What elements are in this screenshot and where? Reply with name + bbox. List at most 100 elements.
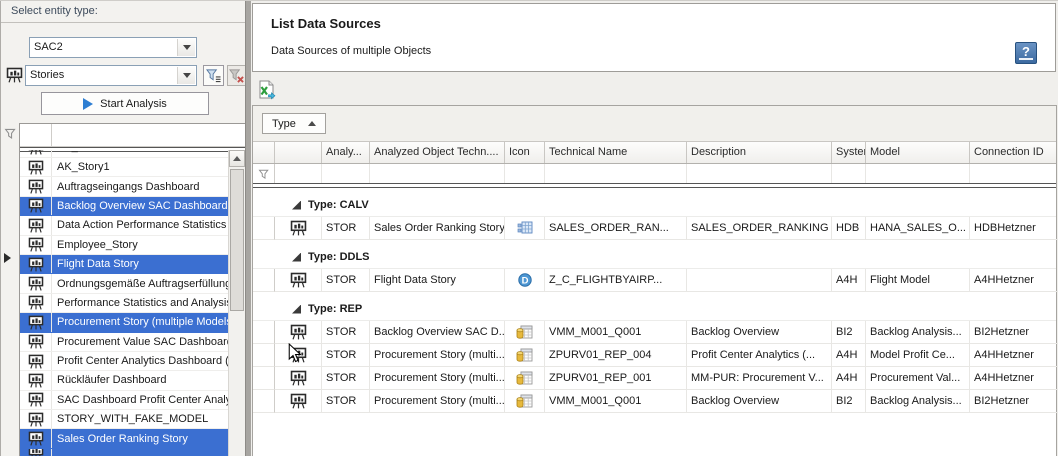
list-item[interactable]: Rückläufer Dashboard <box>20 371 228 390</box>
list-item[interactable]: Ordnungsgemäße Auftragserfüllung <box>20 274 228 293</box>
table-row[interactable]: STOR Procurement Story (multi... ZPURV01… <box>253 344 1056 367</box>
table-row[interactable]: STOR Sales Order Ranking Story SALES_ORD… <box>253 217 1056 240</box>
page-title: List Data Sources <box>271 16 381 31</box>
list-scrollbar[interactable] <box>228 150 245 456</box>
column-header-object-icon[interactable] <box>275 142 322 163</box>
help-button[interactable]: ? <box>1015 42 1037 64</box>
collapse-group-icon[interactable] <box>292 253 301 262</box>
list-item[interactable]: STORY_WITH_FAKE_MODEL <box>20 410 228 429</box>
filter-cell[interactable] <box>970 164 1058 183</box>
column-header-analyzed[interactable]: Analy... <box>322 142 370 163</box>
filter-cell[interactable] <box>832 164 866 183</box>
story-icon <box>20 294 52 312</box>
list-item[interactable]: SAC Dashboard Profit Center Analytic <box>20 391 228 410</box>
column-header-icon[interactable]: Icon <box>505 142 545 163</box>
connection-id-cell: A4HHetzner <box>970 269 1058 292</box>
scrollbar-thumb[interactable] <box>230 169 244 311</box>
list-item[interactable]: AK_STORY5 <box>20 150 228 158</box>
column-header-description[interactable]: Description <box>687 142 832 163</box>
list-item[interactable]: Procurement Value SAC Dashboard <box>20 333 228 352</box>
start-analysis-label: Start Analysis <box>100 98 167 110</box>
list-item[interactable]: Profit Center Analytics Dashboard (Pr <box>20 352 228 371</box>
list-data-sources-panel: List Data Sources Data Sources of multip… <box>251 1 1058 456</box>
analyzed-cell: STOR <box>322 269 370 292</box>
table-row[interactable]: STOR Backlog Overview SAC D... VMM_M001_… <box>253 321 1056 344</box>
filter-cell[interactable] <box>505 164 545 183</box>
chevron-down-icon <box>183 45 191 50</box>
column-header-analyzed-object-technical[interactable]: Analyzed Object Techn.... <box>370 142 505 163</box>
table-row[interactable]: STOR Procurement Story (multi... ZPURV01… <box>253 367 1056 390</box>
column-header-model[interactable]: Model <box>866 142 970 163</box>
scrollbar-up-button[interactable] <box>229 150 245 167</box>
list-item[interactable]: Sales Order Ranking Story <box>20 429 228 448</box>
filter-cell[interactable] <box>370 164 505 183</box>
report-header: List Data Sources Data Sources of multip… <box>252 3 1056 72</box>
filter-cell[interactable] <box>545 164 687 183</box>
dropdown-arrow-button[interactable] <box>177 67 195 84</box>
list-item[interactable]: Auftragseingangs Dashboard <box>20 177 228 196</box>
description-cell: Backlog Overview <box>687 390 832 413</box>
description-cell: Backlog Overview <box>687 321 832 344</box>
technical-name-cell: VMM_M001_Q001 <box>545 321 687 344</box>
group-row-ddls[interactable]: Type: DDLS <box>253 246 1056 269</box>
filter-cell-icon[interactable] <box>20 124 52 146</box>
group-label: Type: REP <box>308 303 362 315</box>
dropdown-arrow-button[interactable] <box>177 39 195 56</box>
application-window: Select entity type: SAC2 Stories Start A… <box>0 0 1058 456</box>
entity-type-dropdown[interactable]: SAC2 <box>29 37 197 58</box>
group-by-chip-type[interactable]: Type <box>262 113 326 134</box>
collapse-group-icon[interactable] <box>292 201 301 210</box>
query-icon <box>505 367 545 390</box>
group-row-calv[interactable]: Type: CALV <box>253 194 1056 217</box>
collapse-group-icon[interactable] <box>292 305 301 314</box>
list-item[interactable]: AK_Story1 <box>20 158 228 177</box>
filter-cell-name[interactable] <box>52 124 245 146</box>
technical-name-cell: Z_C_FLIGHTBYAIRP... <box>545 269 687 292</box>
row-indicator-cell <box>253 390 275 413</box>
connection-id-cell: BI2Hetzner <box>970 390 1058 413</box>
list-item[interactable]: Flight Data Story <box>20 255 228 274</box>
clear-filter-button[interactable] <box>227 65 246 86</box>
start-analysis-button[interactable]: Start Analysis <box>41 92 209 115</box>
model-cell: Flight Model <box>866 269 970 292</box>
list-item[interactable]: Data Action Performance Statistics ar <box>20 216 228 235</box>
focused-row-marker <box>4 253 11 263</box>
group-row-rep[interactable]: Type: REP <box>253 298 1056 321</box>
title-separator <box>1 22 246 23</box>
list-item[interactable]: Procurement Story (multiple Models) <box>20 313 228 332</box>
technical-name-cell: SALES_ORDER_RAN... <box>545 217 687 240</box>
filter-cell[interactable] <box>275 164 322 183</box>
analyzed-cell: STOR <box>322 217 370 240</box>
technical-name-cell: ZPURV01_REP_004 <box>545 344 687 367</box>
clear-filter-icon <box>229 68 244 83</box>
table-row[interactable]: STOR Procurement Story (multi... VMM_M00… <box>253 390 1056 413</box>
story-icon <box>275 390 322 413</box>
list-item[interactable]: Performance Statistics and Analysis <box>20 294 228 313</box>
query-icon <box>505 321 545 344</box>
edit-filter-button[interactable] <box>203 65 224 86</box>
story-icon <box>20 236 52 254</box>
description-cell <box>687 269 832 292</box>
query-icon <box>505 390 545 413</box>
model-cell: Procurement Val... <box>866 367 970 390</box>
connection-id-cell: HDBHetzner <box>970 217 1058 240</box>
column-header-system[interactable]: System <box>832 142 866 163</box>
row-indicator-cell <box>253 321 275 344</box>
filter-cell[interactable] <box>866 164 970 183</box>
export-to-excel-button[interactable] <box>257 80 277 100</box>
filter-cell[interactable] <box>687 164 832 183</box>
table-row[interactable]: STOR Flight Data Story Z_C_FLIGHTBYAIRP.… <box>253 269 1056 292</box>
list-filter-row[interactable] <box>20 124 245 147</box>
filter-cell[interactable] <box>322 164 370 183</box>
analyzed-object-cell: Flight Data Story <box>370 269 505 292</box>
row-indicator-cell <box>253 269 275 292</box>
system-cell: BI2 <box>832 321 866 344</box>
row-indicator-cell <box>253 344 275 367</box>
column-header-connection-id[interactable]: Connection ID <box>970 142 1058 163</box>
arrow-up-icon <box>233 156 241 161</box>
column-header-technical-name[interactable]: Technical Name <box>545 142 687 163</box>
list-item[interactable] <box>20 449 228 456</box>
list-item[interactable]: Employee_Story <box>20 236 228 255</box>
list-item[interactable]: Backlog Overview SAC Dashboard <box>20 197 228 216</box>
object-type-dropdown[interactable]: Stories <box>25 65 197 86</box>
